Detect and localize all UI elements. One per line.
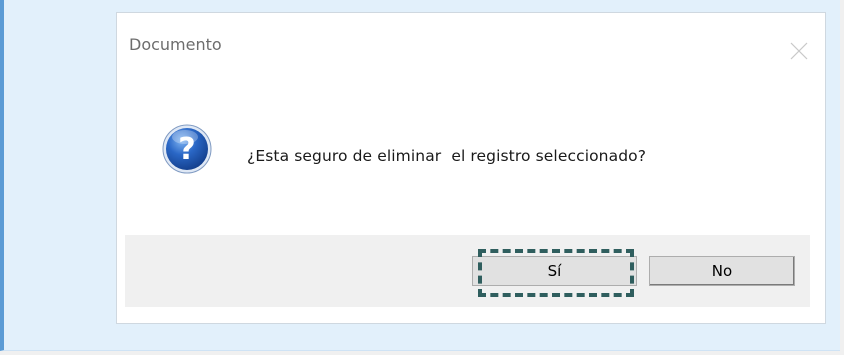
close-icon[interactable] <box>785 37 813 65</box>
yes-button[interactable]: Sí <box>472 256 637 286</box>
svg-text:?: ? <box>178 132 195 167</box>
dialog-message: ¿Esta seguro de eliminar el registro sel… <box>247 147 647 165</box>
dialog-title: Documento <box>129 35 222 54</box>
message-dialog: Documento ? ¿Esta seguro de eliminar el … <box>116 12 826 324</box>
no-button[interactable]: No <box>649 256 795 286</box>
question-icon: ? <box>161 123 213 175</box>
